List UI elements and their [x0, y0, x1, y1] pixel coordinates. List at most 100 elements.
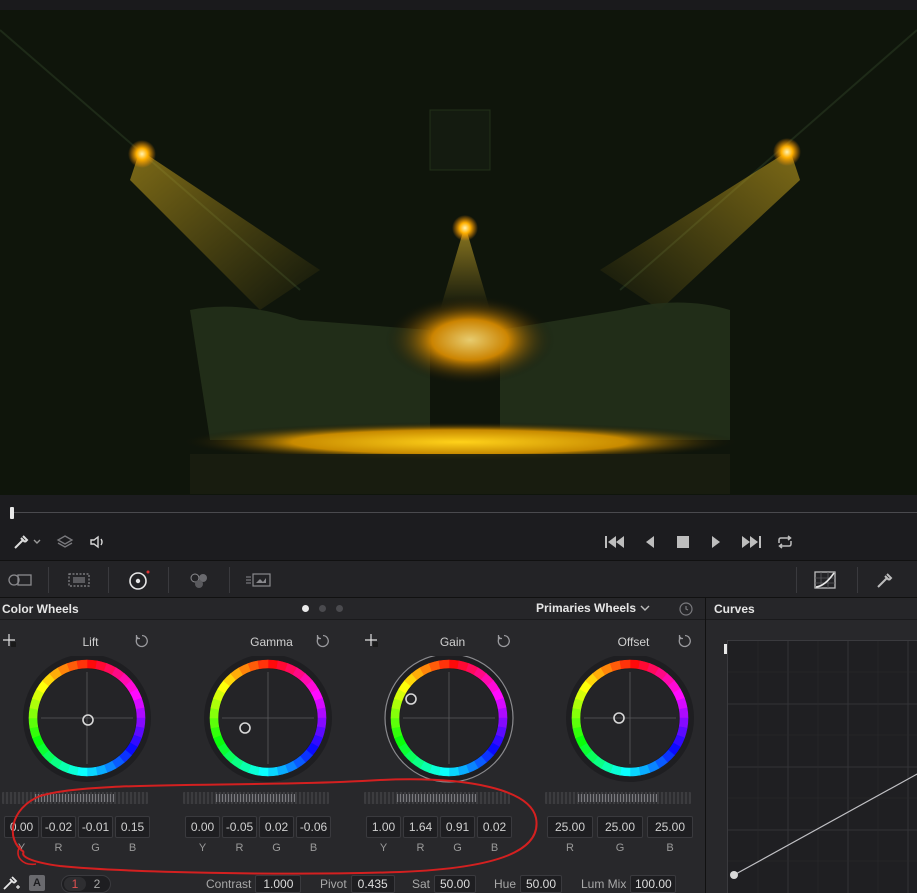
- page-dot-3[interactable]: [336, 605, 343, 612]
- contrast-label: Contrast: [206, 877, 252, 891]
- wheel-label: Offset: [617, 635, 650, 649]
- contrast-field[interactable]: 1.000: [255, 875, 302, 893]
- play-icon[interactable]: [706, 531, 726, 553]
- wheel-reset-icon[interactable]: [134, 633, 150, 649]
- separator: [48, 567, 49, 593]
- hue-field[interactable]: 50.00: [520, 875, 563, 893]
- chevron-down-icon: [640, 605, 650, 611]
- skip-start-icon[interactable]: [603, 531, 627, 553]
- page-1-button[interactable]: 1: [64, 877, 86, 891]
- channel-label: B: [666, 842, 674, 854]
- curves-header: Curves: [706, 598, 917, 620]
- sat-label: Sat: [412, 877, 431, 891]
- rgb-mixer-icon[interactable]: [186, 569, 212, 591]
- motion-effects-icon[interactable]: [245, 569, 273, 591]
- hue-control: Hue 50.00: [494, 875, 563, 893]
- wheel-reset-icon[interactable]: [496, 633, 512, 649]
- playhead[interactable]: [10, 507, 14, 519]
- pivot-field[interactable]: 0.435: [350, 875, 395, 893]
- skip-end-icon[interactable]: [739, 531, 763, 553]
- color-wheel-gain[interactable]: [374, 653, 524, 789]
- master-wheel-slider[interactable]: [2, 792, 148, 804]
- color-wheel-lift[interactable]: [12, 654, 162, 789]
- master-wheel-slider[interactable]: [183, 792, 329, 804]
- curves-graph[interactable]: [727, 640, 917, 893]
- wheel-mode-select[interactable]: Primaries Wheels: [536, 601, 650, 615]
- timeline-scrubber[interactable]: [0, 495, 917, 525]
- davinci-color-page: Color Wheels Primaries Wheels Lift 0.00 …: [0, 0, 917, 893]
- auto-balance-icon[interactable]: [2, 875, 22, 891]
- page-2-button[interactable]: 2: [86, 877, 108, 891]
- value-field-r[interactable]: -0.05: [222, 816, 257, 838]
- top-strip: [0, 0, 917, 10]
- curves-tool-icon[interactable]: [812, 569, 838, 591]
- value-field-g[interactable]: -0.01: [78, 816, 113, 838]
- sat-field[interactable]: 50.00: [434, 875, 477, 893]
- channel-label: B: [128, 842, 137, 854]
- color-match-icon[interactable]: [66, 569, 92, 591]
- loop-icon[interactable]: [774, 531, 796, 553]
- lum-mix-field[interactable]: 100.00: [630, 875, 677, 893]
- channel-label: Y: [379, 842, 388, 854]
- value-field-r[interactable]: 25.00: [547, 816, 593, 838]
- page-switch[interactable]: 1 2: [61, 875, 111, 893]
- wheel-reset-icon[interactable]: [315, 633, 331, 649]
- sat-control: Sat 50.00: [412, 875, 477, 893]
- value-field-b[interactable]: 25.00: [647, 816, 693, 838]
- master-wheel-slider[interactable]: [545, 792, 691, 804]
- camera-raw-icon[interactable]: [6, 569, 34, 591]
- page-dots[interactable]: [302, 605, 343, 612]
- page-dot-2[interactable]: [319, 605, 326, 612]
- value-field-g[interactable]: 0.91: [440, 816, 475, 838]
- channel-label: Y: [198, 842, 207, 854]
- color-wheels-tool-icon[interactable]: [126, 569, 150, 591]
- scrub-track[interactable]: [10, 512, 917, 513]
- stop-icon[interactable]: [673, 531, 693, 553]
- color-wheel-gamma[interactable]: [193, 654, 343, 789]
- channel-label: G: [453, 842, 462, 854]
- master-wheel-slider[interactable]: [364, 792, 510, 804]
- layers-icon[interactable]: [54, 531, 76, 553]
- channel-label: R: [416, 842, 425, 854]
- eyedropper-icon[interactable]: [10, 531, 44, 553]
- wheel-reset-icon[interactable]: [677, 633, 693, 649]
- value-field-b[interactable]: 0.15: [115, 816, 150, 838]
- wheel-block-offset: Offset 25.00 25.00 25.00 R G B: [543, 628, 724, 888]
- value-field-b[interactable]: -0.06: [296, 816, 331, 838]
- page-dot-1[interactable]: [302, 605, 309, 612]
- speaker-icon[interactable]: [87, 531, 109, 553]
- channel-labels: YRGB: [4, 842, 150, 854]
- curves-title: Curves: [714, 602, 755, 616]
- value-field-y[interactable]: 1.00: [366, 816, 401, 838]
- wheel-label: Lift: [82, 635, 99, 649]
- panel-header: Color Wheels Primaries Wheels: [0, 598, 705, 620]
- value-field-y[interactable]: 0.00: [4, 816, 39, 838]
- wheel-label: Gamma: [250, 635, 293, 649]
- value-field-g[interactable]: 25.00: [597, 816, 643, 838]
- panel-title: Color Wheels: [2, 602, 79, 616]
- value-field-y[interactable]: 0.00: [185, 816, 220, 838]
- channel-labels: YRGB: [185, 842, 331, 854]
- value-field-b[interactable]: 0.02: [477, 816, 512, 838]
- wheel-block-gamma: Gamma 0.00 -0.05 0.02 -0.06 Y R G B: [181, 628, 362, 888]
- channel-label: G: [272, 842, 281, 854]
- video-viewer[interactable]: [0, 10, 917, 495]
- wheel-values: 25.00 25.00 25.00: [547, 816, 693, 838]
- curve-line: [733, 773, 917, 876]
- qualifier-eyedropper-icon[interactable]: [873, 569, 897, 591]
- value-field-g[interactable]: 0.02: [259, 816, 294, 838]
- lum-mix-control: Lum Mix 100.00: [581, 875, 677, 893]
- value-field-r[interactable]: 1.64: [403, 816, 438, 838]
- auto-button[interactable]: A: [29, 875, 45, 891]
- auto-button-wrap: A: [29, 875, 45, 891]
- channel-label: R: [54, 842, 63, 854]
- reset-all-icon[interactable]: [678, 601, 694, 617]
- separator: [229, 567, 230, 593]
- channel-label: R: [235, 842, 244, 854]
- value-field-r[interactable]: -0.02: [41, 816, 76, 838]
- separator: [796, 567, 797, 593]
- step-back-icon[interactable]: [640, 531, 660, 553]
- wheel-block-gain: Gain 1.00 1.64 0.91 0.02 Y R G B: [362, 628, 543, 888]
- color-wheel-offset[interactable]: [555, 654, 705, 789]
- wheel-label: Gain: [439, 635, 466, 649]
